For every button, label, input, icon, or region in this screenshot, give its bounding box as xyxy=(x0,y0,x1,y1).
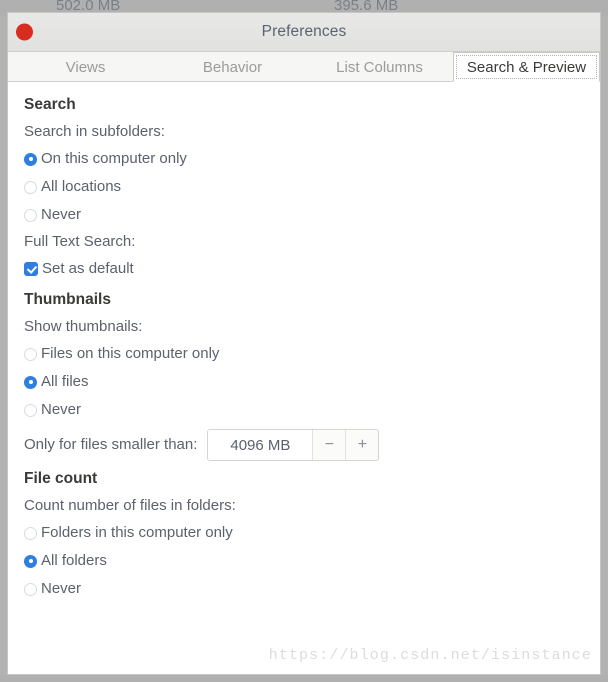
radio-row-search-never[interactable]: Never xyxy=(24,201,584,229)
thumbnail-size-row: Only for files smaller than: 4096 MB − + xyxy=(24,428,584,462)
show-thumbnails-label: Show thumbnails: xyxy=(24,318,143,335)
radio-row-all-folders[interactable]: All folders xyxy=(24,547,584,575)
radio-label-all-locations: All locations xyxy=(41,178,122,195)
tab-behavior[interactable]: Behavior xyxy=(159,52,306,81)
checkbox-label-set-as-default: Set as default xyxy=(42,260,134,277)
preferences-content: Search Search in subfolders: On this com… xyxy=(8,82,600,674)
radio-label-search-never: Never xyxy=(41,206,82,223)
minus-icon[interactable]: − xyxy=(313,430,347,460)
checkbox-set-as-default[interactable] xyxy=(24,262,38,276)
section-file-count: File count Count number of files in fold… xyxy=(24,466,584,603)
thumbnail-size-label: Only for files smaller than: xyxy=(24,436,198,453)
radio-thumbnails-never[interactable] xyxy=(24,403,37,417)
radio-row-files-on-this-computer-only[interactable]: Files on this computer only xyxy=(24,340,584,368)
close-icon[interactable] xyxy=(16,23,33,41)
checkbox-row-set-as-default[interactable]: Set as default xyxy=(24,255,584,283)
radio-all-locations[interactable] xyxy=(24,180,37,194)
radio-row-folders-in-this-computer-only[interactable]: Folders in this computer only xyxy=(24,519,584,547)
radio-row-thumbnails-never[interactable]: Never xyxy=(24,396,584,424)
screen: 502.0 MB 395.6 MB Preferences Views Beha… xyxy=(0,0,608,682)
plus-icon[interactable]: + xyxy=(346,430,379,460)
radio-all-folders[interactable] xyxy=(24,554,37,568)
tab-list-columns[interactable]: List Columns xyxy=(306,52,453,81)
radio-row-all-locations[interactable]: All locations xyxy=(24,173,584,201)
radio-label-file-count-never: Never xyxy=(41,580,82,597)
section-search: Search Search in subfolders: On this com… xyxy=(24,92,584,283)
radio-label-all-folders: All folders xyxy=(41,552,107,569)
section-search-title: Search xyxy=(24,96,76,113)
thumbnail-size-spinner[interactable]: 4096 MB − + xyxy=(207,429,380,461)
radio-all-files[interactable] xyxy=(24,375,37,389)
search-subfolders-label: Search in subfolders: xyxy=(24,123,165,140)
radio-file-count-never[interactable] xyxy=(24,582,37,596)
dialog-title: Preferences xyxy=(261,23,347,40)
radio-files-on-this-computer-only[interactable] xyxy=(24,347,37,361)
watermark: https://blog.csdn.net/isinstance xyxy=(268,647,592,664)
preferences-dialog: Preferences Views Behavior List Columns … xyxy=(7,12,601,675)
background-app-bottom xyxy=(0,675,608,682)
file-count-label: Count number of files in folders: xyxy=(24,497,236,514)
radio-on-this-computer-only[interactable] xyxy=(24,152,37,166)
section-file-count-title: File count xyxy=(24,470,98,487)
radio-row-on-this-computer-only[interactable]: On this computer only xyxy=(24,145,584,173)
radio-label-thumbnails-never: Never xyxy=(41,401,82,418)
radio-label-all-files: All files xyxy=(41,373,89,390)
radio-label-on-this-computer-only: On this computer only xyxy=(41,150,187,167)
radio-row-all-files[interactable]: All files xyxy=(24,368,584,396)
radio-row-file-count-never[interactable]: Never xyxy=(24,575,584,603)
tab-views[interactable]: Views xyxy=(12,52,159,81)
radio-folders-in-this-computer-only[interactable] xyxy=(24,526,37,540)
full-text-search-label: Full Text Search: xyxy=(24,233,136,250)
thumbnail-size-input[interactable]: 4096 MB xyxy=(208,430,314,460)
section-thumbnails: Thumbnails Show thumbnails: Files on thi… xyxy=(24,287,584,462)
tab-bar: Views Behavior List Columns Search & Pre… xyxy=(8,52,600,82)
section-thumbnails-title: Thumbnails xyxy=(24,291,111,308)
radio-label-files-on-this-computer-only: Files on this computer only xyxy=(41,345,220,362)
radio-label-folders-in-this-computer-only: Folders in this computer only xyxy=(41,524,233,541)
dialog-titlebar: Preferences xyxy=(8,13,600,52)
tab-search-and-preview[interactable]: Search & Preview xyxy=(453,52,600,82)
radio-search-never[interactable] xyxy=(24,208,37,222)
